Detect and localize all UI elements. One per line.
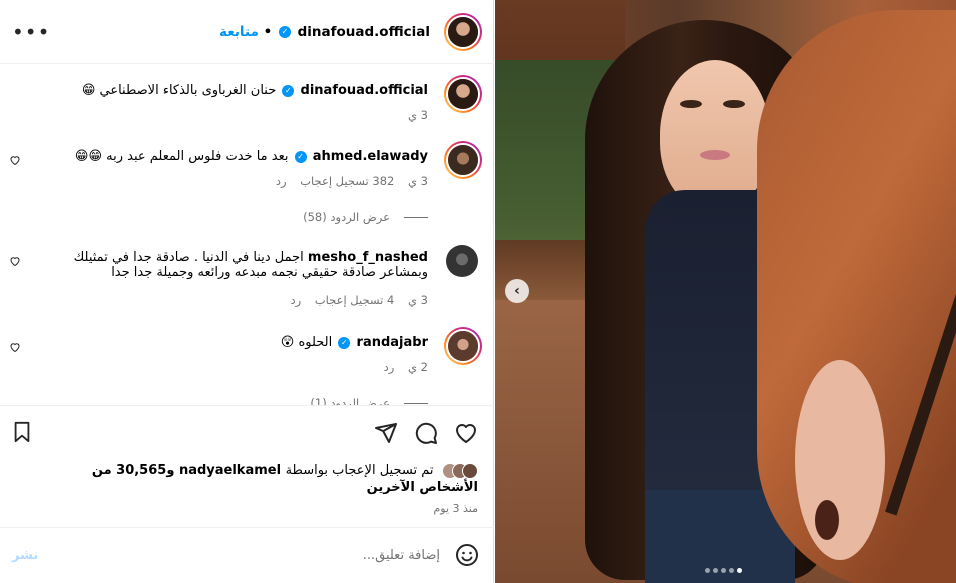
carousel-dot bbox=[720, 568, 726, 573]
likes-user[interactable]: nadyaelkamel bbox=[179, 463, 281, 478]
comment-likes[interactable]: 4 تسجيل إعجاب bbox=[315, 293, 395, 307]
header-username[interactable]: dinafouad.official bbox=[298, 24, 430, 40]
emoji-icon[interactable] bbox=[455, 543, 479, 567]
comment-like-heart-icon[interactable] bbox=[9, 341, 21, 353]
header-user-line: متابعة • ✓ dinafouad.official bbox=[219, 24, 430, 40]
comment-likes[interactable]: 382 تسجيل إعجاب bbox=[300, 174, 394, 188]
post-date[interactable]: منذ 3 يوم bbox=[433, 502, 478, 515]
previous-slide-chevron-left-icon[interactable]: ‹ bbox=[505, 279, 529, 303]
reply-button[interactable]: رد bbox=[384, 360, 395, 374]
carousel-dot bbox=[728, 568, 734, 573]
header-avatar[interactable] bbox=[444, 13, 482, 51]
verified-badge-icon: ✓ bbox=[294, 150, 307, 163]
post-header: ••• متابعة • ✓ dinafouad.official bbox=[0, 0, 494, 64]
comment-like-heart-icon[interactable] bbox=[9, 154, 21, 166]
comment-text: الحلوه 😲 bbox=[280, 335, 333, 350]
caption: dinafouad.official ✓ حنان الغرباوى بالذك… bbox=[82, 83, 428, 98]
comment-avatar[interactable] bbox=[444, 141, 482, 179]
follow-button[interactable]: متابعة bbox=[219, 24, 259, 40]
replies-line bbox=[404, 217, 428, 218]
caption-meta: 3 ي bbox=[398, 108, 428, 122]
like-heart-icon[interactable] bbox=[454, 421, 478, 445]
post-actions: تم تسجيل الإعجاب بواسطة nadyaelkamel و30… bbox=[0, 405, 494, 527]
separator: • bbox=[263, 24, 273, 40]
comment-like-heart-icon[interactable] bbox=[9, 255, 21, 267]
verified-badge-icon: ✓ bbox=[278, 26, 291, 38]
comment-avatar[interactable] bbox=[446, 245, 478, 277]
likes-prefix: تم تسجيل الإعجاب بواسطة bbox=[285, 463, 434, 478]
verified-badge-icon: ✓ bbox=[282, 84, 295, 97]
carousel-dot bbox=[704, 568, 710, 573]
comment-meta: 2 ي رد bbox=[374, 360, 428, 374]
caption-text: حنان الغرباوى بالذكاء الاصطناعي 😁 bbox=[81, 83, 277, 98]
comment-time[interactable]: 3 ي bbox=[408, 293, 428, 307]
comment: ahmed.elawady ✓ بعد ما خدت فلوس المعلم ع… bbox=[75, 149, 428, 164]
comment-input[interactable] bbox=[60, 544, 440, 566]
carousel-indicator bbox=[703, 558, 743, 577]
verified-badge-icon: ✓ bbox=[338, 336, 351, 349]
comment-meta: 3 ي 382 تسجيل إعجاب رد bbox=[266, 174, 428, 188]
comment-username[interactable]: mesho_f_nashed bbox=[308, 250, 428, 265]
more-options-icon[interactable]: ••• bbox=[12, 22, 50, 42]
share-icon[interactable] bbox=[374, 421, 398, 445]
likes-summary: تم تسجيل الإعجاب بواسطة nadyaelkamel و30… bbox=[38, 462, 478, 496]
comment: randajabr ✓ الحلوه 😲 bbox=[281, 335, 428, 350]
comment-icon[interactable] bbox=[414, 421, 438, 445]
comment-text: بعد ما خدت فلوس المعلم عبد ربه 😁😁 bbox=[74, 149, 289, 164]
post-comment-button[interactable]: نشر bbox=[12, 548, 38, 563]
comments-list: dinafouad.official ✓ حنان الغرباوى بالذك… bbox=[0, 65, 494, 405]
caption-time[interactable]: 3 ي bbox=[408, 108, 428, 122]
post-media[interactable]: ‹ bbox=[495, 0, 956, 583]
comment: mesho_f_nashed اجمل دينا في الدنيا . صاد… bbox=[36, 250, 428, 280]
comment-avatar[interactable] bbox=[444, 327, 482, 365]
reply-button[interactable]: رد bbox=[290, 293, 301, 307]
carousel-dot-active bbox=[736, 568, 742, 573]
comment-username[interactable]: ahmed.elawady bbox=[313, 149, 428, 164]
view-replies-button[interactable]: عرض الردود (58) bbox=[303, 210, 428, 224]
caption-username[interactable]: dinafouad.official bbox=[301, 83, 428, 98]
reply-button[interactable]: رد bbox=[276, 174, 287, 188]
comment-composer: نشر bbox=[0, 527, 494, 583]
comment-meta: 3 ي 4 تسجيل إعجاب رد bbox=[280, 293, 428, 307]
likes-and: و bbox=[166, 463, 175, 478]
carousel-dot bbox=[712, 568, 718, 573]
post-details-panel: ••• متابعة • ✓ dinafouad.official dinafo… bbox=[0, 0, 494, 583]
comment-username[interactable]: randajabr bbox=[357, 335, 428, 350]
liker-avatar bbox=[462, 462, 478, 479]
save-bookmark-icon[interactable] bbox=[11, 421, 33, 443]
replies-line bbox=[404, 403, 428, 404]
comment-time[interactable]: 3 ي bbox=[408, 174, 428, 188]
post-photo bbox=[495, 0, 956, 583]
likers-avatar-stack[interactable] bbox=[442, 462, 478, 479]
view-replies-button[interactable]: عرض الردود (1) bbox=[310, 396, 428, 405]
comment-time[interactable]: 2 ي bbox=[408, 360, 428, 374]
caption-avatar[interactable] bbox=[444, 75, 482, 113]
